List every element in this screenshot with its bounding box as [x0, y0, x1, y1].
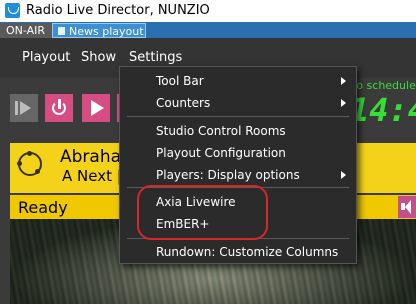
window-title: Radio Live Director, NUNZIO	[26, 3, 210, 18]
menu-item-studio-control-rooms[interactable]: Studio Control Rooms	[156, 124, 286, 138]
menu-settings[interactable]: Settings	[129, 50, 182, 65]
menu-item-playout-configuration[interactable]: Playout Configuration	[156, 146, 286, 160]
submenu-arrow-icon	[341, 99, 346, 107]
player-status: Ready	[18, 198, 68, 217]
current-item-title: Abraha	[60, 147, 122, 167]
app-icon	[5, 3, 20, 18]
mute-icon[interactable]	[398, 196, 416, 218]
power-button[interactable]	[45, 94, 73, 122]
menu-show[interactable]: Show	[81, 50, 116, 65]
submenu-arrow-icon	[341, 77, 346, 85]
tab-on-air[interactable]: ON-AIR	[0, 23, 60, 38]
clock-display: 14:4	[350, 91, 416, 129]
tab-strip: ON-AIR News playout	[0, 22, 416, 38]
menu-separator	[127, 116, 349, 117]
menu-playout[interactable]: Playout	[22, 50, 70, 65]
current-item-subtitle: A Next |	[62, 167, 122, 185]
menu-item-rundown-customize-columns[interactable]: Rundown: Customize Columns	[156, 245, 338, 259]
window-titlebar: Radio Live Director, NUNZIO	[0, 0, 416, 22]
red-highlight-annotation	[137, 185, 268, 240]
menu-item-players-display-options[interactable]: Players: Display options	[156, 168, 300, 182]
tab-news-playout-label: News playout	[69, 25, 144, 38]
submenu-arrow-icon	[341, 171, 346, 179]
play-button[interactable]	[82, 94, 110, 122]
menu-item-tool-bar[interactable]: Tool Bar	[156, 74, 204, 88]
play-next-button[interactable]	[10, 94, 38, 122]
menu-item-counters[interactable]: Counters	[156, 96, 210, 110]
tab-news-playout[interactable]: News playout	[52, 23, 146, 38]
item-type-icon	[17, 151, 42, 176]
